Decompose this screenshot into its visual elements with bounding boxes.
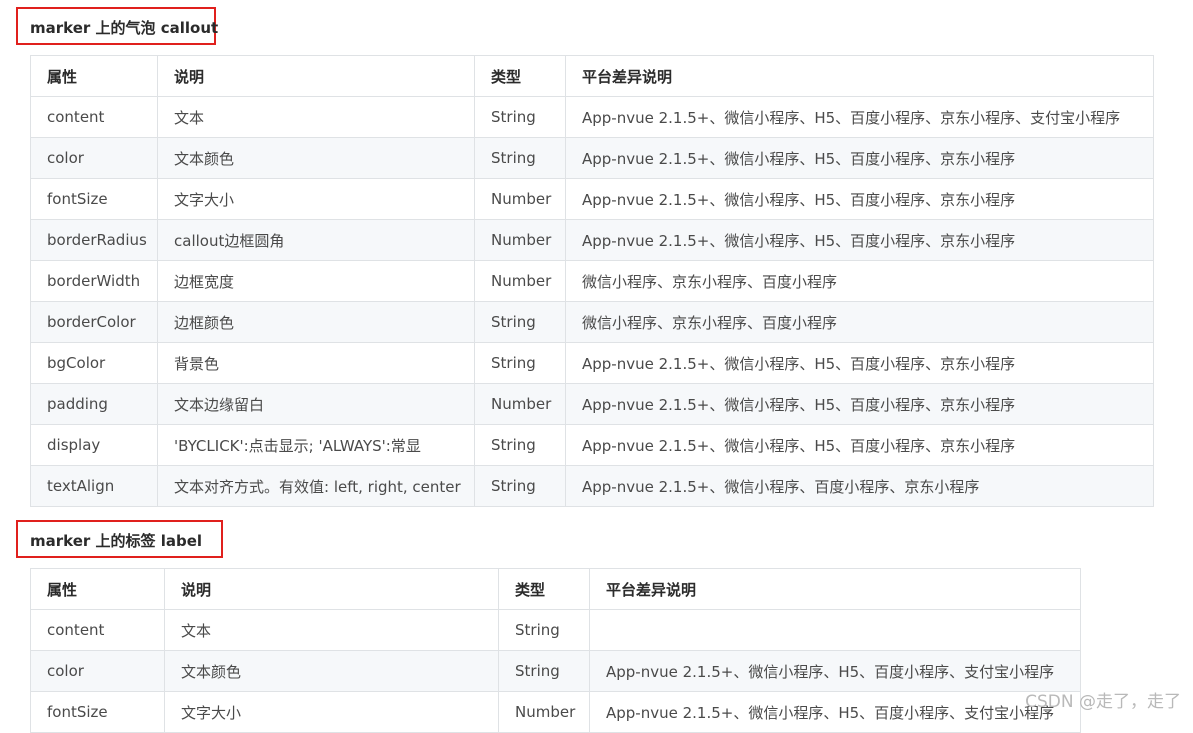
column-header-type: 类型 — [498, 568, 590, 610]
cell-platform: App-nvue 2.1.5+、微信小程序、H5、百度小程序、京东小程序、支付宝… — [565, 96, 1154, 138]
table-header-row: 属性 说明 类型 平台差异说明 — [30, 568, 1081, 610]
cell-property: bgColor — [30, 342, 158, 384]
label-properties-table: 属性 说明 类型 平台差异说明 content 文本 String color 文本颜… — [30, 568, 1081, 733]
cell-property: fontSize — [30, 178, 158, 220]
table-row: color 文本颜色 String App-nvue 2.1.5+、微信小程序、H5、… — [30, 137, 1154, 179]
table-row: padding 文本边缘留白 Number App-nvue 2.1.5+、微信小程序… — [30, 383, 1154, 425]
cell-property: textAlign — [30, 465, 158, 507]
column-header-platform: 平台差异说明 — [589, 568, 1081, 610]
cell-description: callout边框圆角 — [157, 219, 475, 261]
cell-type: String — [498, 609, 590, 651]
cell-property: color — [30, 650, 165, 692]
cell-description: 文字大小 — [164, 691, 499, 733]
csdn-watermark: CSDN @走了，走了 — [1025, 692, 1181, 712]
cell-platform: App-nvue 2.1.5+、微信小程序、H5、百度小程序、支付宝小程序 — [589, 650, 1081, 692]
cell-platform: App-nvue 2.1.5+、微信小程序、百度小程序、京东小程序 — [565, 465, 1154, 507]
table-row: display 'BYCLICK':点击显示; 'ALWAYS':常显 String… — [30, 424, 1154, 466]
cell-property: padding — [30, 383, 158, 425]
cell-type: String — [474, 424, 566, 466]
table-row: fontSize 文字大小 Number App-nvue 2.1.5+、微信小程序、… — [30, 178, 1154, 220]
column-header-platform: 平台差异说明 — [565, 55, 1154, 97]
table-row: fontSize 文字大小 Number App-nvue 2.1.5+、微信小程序、… — [30, 691, 1081, 733]
cell-platform: App-nvue 2.1.5+、微信小程序、H5、百度小程序、京东小程序 — [565, 342, 1154, 384]
cell-description: 边框宽度 — [157, 260, 475, 302]
table-row: borderRadius callout边框圆角 Number App-nvue 2.… — [30, 219, 1154, 261]
cell-description: 背景色 — [157, 342, 475, 384]
cell-property: content — [30, 96, 158, 138]
table-row: content 文本 String App-nvue 2.1.5+、微信小程序、H5、… — [30, 96, 1154, 138]
cell-property: borderColor — [30, 301, 158, 343]
cell-description: 文本对齐方式。有效值: left, right, center — [157, 465, 475, 507]
table-row: bgColor 背景色 String App-nvue 2.1.5+、微信小程序、H5… — [30, 342, 1154, 384]
cell-type: String — [474, 465, 566, 507]
table-row: borderColor 边框颜色 String 微信小程序、京东小程序、百度小程序 — [30, 301, 1154, 343]
column-header-property: 属性 — [30, 568, 165, 610]
cell-platform: App-nvue 2.1.5+、微信小程序、H5、百度小程序、京东小程序 — [565, 219, 1154, 261]
table-row: textAlign 文本对齐方式。有效值: left, right, center… — [30, 465, 1154, 507]
column-header-property: 属性 — [30, 55, 158, 97]
cell-description: 文本颜色 — [164, 650, 499, 692]
cell-type: Number — [498, 691, 590, 733]
cell-property: color — [30, 137, 158, 179]
cell-platform: App-nvue 2.1.5+、微信小程序、H5、百度小程序、京东小程序 — [565, 137, 1154, 179]
cell-property: display — [30, 424, 158, 466]
cell-description: 'BYCLICK':点击显示; 'ALWAYS':常显 — [157, 424, 475, 466]
cell-type: Number — [474, 260, 566, 302]
cell-type: String — [474, 137, 566, 179]
cell-type: Number — [474, 219, 566, 261]
column-header-description: 说明 — [157, 55, 475, 97]
cell-description: 文本 — [164, 609, 499, 651]
table-row: color 文本颜色 String App-nvue 2.1.5+、微信小程序、H5、… — [30, 650, 1081, 692]
cell-platform: 微信小程序、京东小程序、百度小程序 — [565, 301, 1154, 343]
cell-platform — [589, 609, 1081, 651]
cell-type: String — [498, 650, 590, 692]
cell-platform: App-nvue 2.1.5+、微信小程序、H5、百度小程序、京东小程序 — [565, 178, 1154, 220]
table-row: borderWidth 边框宽度 Number 微信小程序、京东小程序、百度小程序 — [30, 260, 1154, 302]
cell-platform: 微信小程序、京东小程序、百度小程序 — [565, 260, 1154, 302]
section-title-callout: marker 上的气泡 callout — [16, 7, 218, 45]
cell-type: String — [474, 301, 566, 343]
cell-platform: App-nvue 2.1.5+、微信小程序、H5、百度小程序、支付宝小程序 — [589, 691, 1081, 733]
cell-description: 文本边缘留白 — [157, 383, 475, 425]
cell-type: Number — [474, 383, 566, 425]
cell-description: 文字大小 — [157, 178, 475, 220]
cell-description: 边框颜色 — [157, 301, 475, 343]
cell-type: Number — [474, 178, 566, 220]
table-row: content 文本 String — [30, 609, 1081, 651]
section-title-label: marker 上的标签 label — [16, 520, 223, 558]
column-header-description: 说明 — [164, 568, 499, 610]
callout-properties-table: 属性 说明 类型 平台差异说明 content 文本 String App-nvue … — [30, 55, 1154, 507]
cell-type: String — [474, 96, 566, 138]
cell-platform: App-nvue 2.1.5+、微信小程序、H5、百度小程序、京东小程序 — [565, 424, 1154, 466]
cell-property: fontSize — [30, 691, 165, 733]
cell-description: 文本 — [157, 96, 475, 138]
cell-type: String — [474, 342, 566, 384]
cell-property: content — [30, 609, 165, 651]
table-header-row: 属性 说明 类型 平台差异说明 — [30, 55, 1154, 97]
column-header-type: 类型 — [474, 55, 566, 97]
cell-property: borderRadius — [30, 219, 158, 261]
cell-property: borderWidth — [30, 260, 158, 302]
cell-description: 文本颜色 — [157, 137, 475, 179]
cell-platform: App-nvue 2.1.5+、微信小程序、H5、百度小程序、京东小程序 — [565, 383, 1154, 425]
